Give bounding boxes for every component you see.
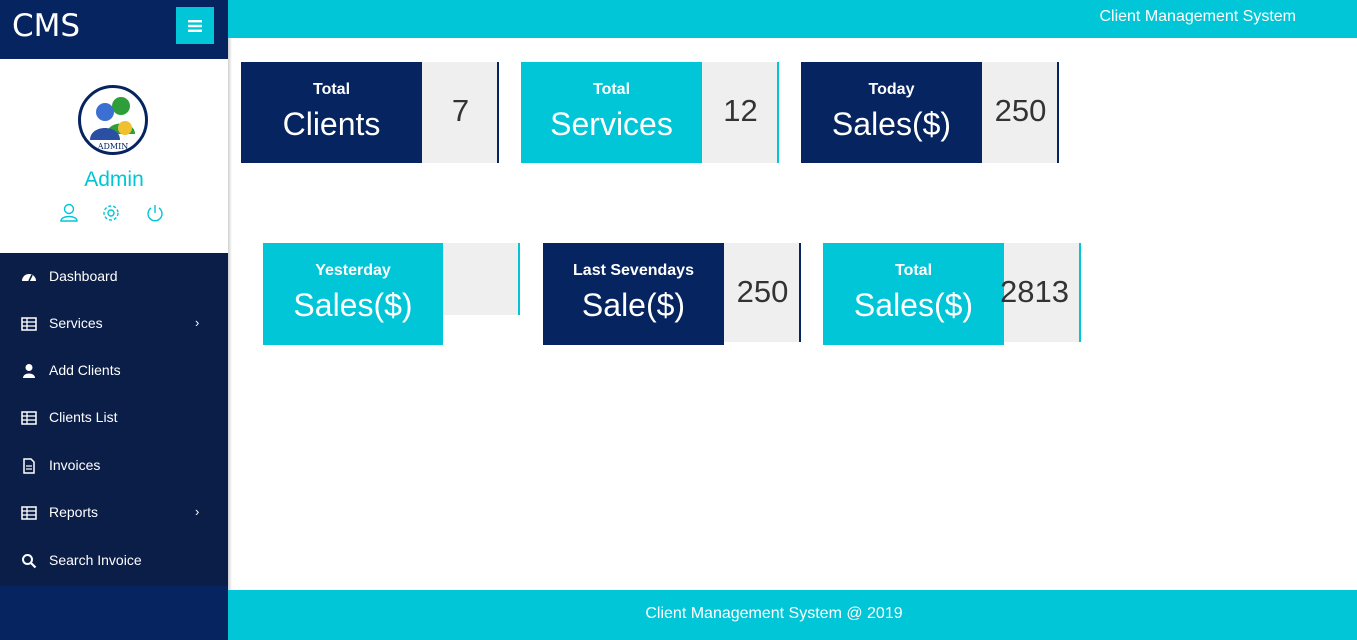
profile-panel: ADMIN Admin — [0, 59, 228, 253]
sidebar-item-label: Reports — [49, 504, 99, 520]
avatar-text: ADMIN — [97, 142, 129, 151]
sidebar-item-reports[interactable]: Reports › — [0, 489, 228, 536]
stat-card-value-box: 7 — [422, 62, 499, 163]
profile-icons — [59, 202, 167, 224]
stat-card-label: Total Sales($) — [823, 243, 1004, 345]
sidebar-item-search-invoice[interactable]: Search Invoice — [0, 537, 228, 584]
sidebar-bottom — [0, 586, 228, 640]
stat-card-value-box: 12 — [702, 62, 779, 163]
table-icon — [21, 410, 37, 426]
footer-text: Client Management System @ 2019 — [645, 605, 903, 622]
stat-card-caption: Total — [894, 262, 933, 279]
sidebar-item-add-clients[interactable]: Add Clients — [0, 347, 228, 394]
stat-card-caption: Total — [592, 81, 631, 98]
stat-card-caption: Last Sevendays — [573, 262, 694, 279]
user-icon — [21, 363, 37, 379]
stat-card-label: Total Services — [521, 62, 702, 163]
stat-card-edge — [799, 243, 801, 342]
sidebar: CMS ADMIN Admin Dashboard Services › Add… — [0, 0, 228, 640]
sidebar-item-label: Dashboard — [49, 268, 118, 284]
gear-icon[interactable] — [101, 202, 121, 224]
stat-card-value-box: 250 — [724, 243, 801, 342]
stat-card-label: Total Clients — [241, 62, 422, 163]
stat-card-edge — [497, 62, 499, 163]
sidebar-item-label: Services — [49, 315, 103, 331]
avatar: ADMIN — [78, 85, 148, 155]
stat-card-value-box — [443, 243, 520, 315]
stat-card-value: 250 — [994, 93, 1047, 128]
footer: Client Management System @ 2019 — [228, 590, 1357, 640]
power-icon[interactable] — [145, 202, 165, 224]
chevron-right-icon: › — [195, 504, 200, 519]
stat-card-caption: Today — [868, 81, 915, 98]
sidebar-shadow — [228, 38, 232, 590]
stat-card-value-box: 250 — [982, 62, 1059, 163]
stat-card-label: Last Sevendays Sale($) — [543, 243, 724, 345]
sidebar-item-label: Clients List — [49, 409, 118, 425]
stat-card-value: 2813 — [1000, 274, 1069, 309]
menu-toggle-button[interactable] — [176, 7, 214, 44]
hamburger-icon — [188, 19, 202, 32]
stat-card-label: Today Sales($) — [801, 62, 982, 163]
sidebar-item-invoices[interactable]: Invoices — [0, 442, 228, 489]
stat-card-edge — [777, 62, 779, 163]
stat-card-caption: Yesterday — [315, 262, 391, 279]
table-icon — [21, 505, 37, 521]
dashboard-icon — [21, 269, 37, 285]
stat-card-edge — [1057, 62, 1059, 163]
chevron-right-icon: › — [195, 315, 200, 330]
stat-card-label: Yesterday Sales($) — [263, 243, 443, 345]
stat-card-title: Sales($) — [853, 287, 974, 323]
search-icon — [21, 553, 37, 569]
stat-card-title: Sale($) — [581, 287, 686, 323]
brand-title: CMS — [12, 8, 81, 44]
file-icon — [21, 458, 37, 474]
stat-card-value: 12 — [723, 93, 758, 128]
user-icon[interactable] — [59, 202, 79, 224]
sidebar-item-label: Invoices — [49, 457, 101, 473]
stat-card-title: Clients — [282, 106, 381, 142]
brand-header: CMS — [0, 0, 228, 59]
stat-card-edge — [518, 243, 520, 315]
admin-name: Admin — [84, 168, 144, 191]
stat-card-caption: Total — [312, 81, 351, 98]
stat-card-value-box: 2813 — [1000, 243, 1081, 342]
table-icon — [21, 316, 37, 332]
stat-card-title: Sales($) — [831, 106, 952, 142]
sidebar-item-label: Search Invoice — [49, 552, 142, 568]
stat-card-value: 7 — [451, 93, 470, 128]
sidebar-item-clients-list[interactable]: Clients List — [0, 394, 228, 441]
sidebar-item-services[interactable]: Services › — [0, 300, 228, 347]
stat-card-title: Sales($) — [293, 287, 413, 323]
stat-card-title: Services — [550, 106, 673, 142]
top-bar: Client Management System — [228, 0, 1357, 38]
sidebar-nav: Dashboard Services › Add Clients Clients… — [0, 253, 228, 586]
app-title: Client Management System — [1099, 8, 1296, 25]
sidebar-item-dashboard[interactable]: Dashboard — [0, 253, 228, 300]
stat-card-value: 250 — [736, 274, 789, 309]
stat-card-edge — [1079, 243, 1081, 342]
sidebar-item-label: Add Clients — [49, 362, 121, 378]
